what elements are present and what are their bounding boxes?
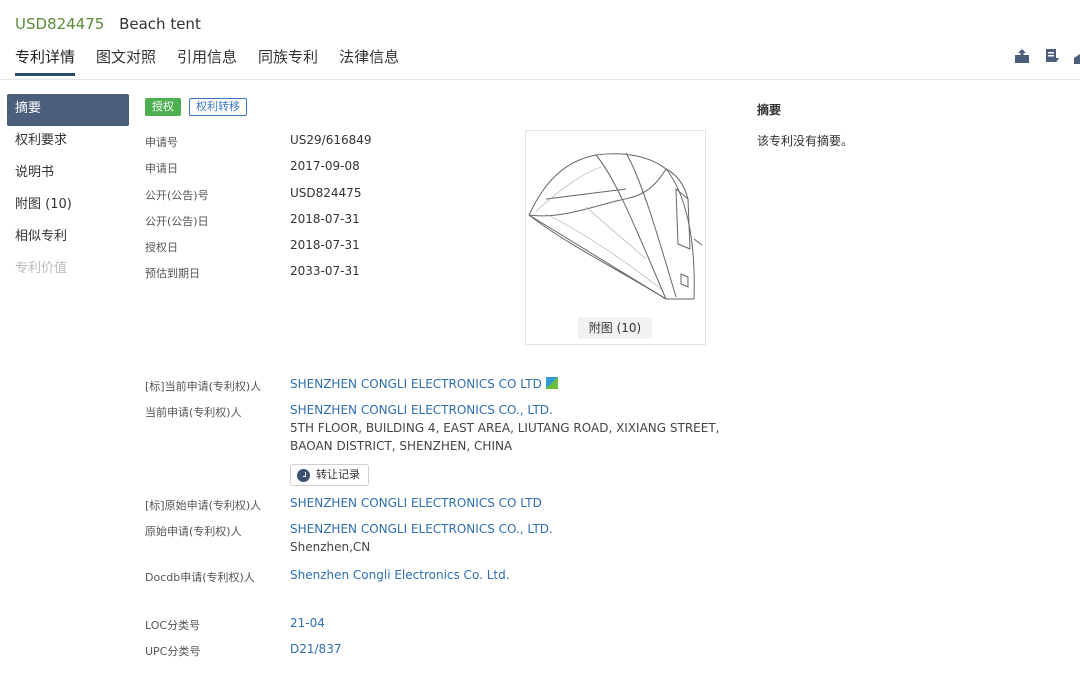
field-value: US29/616849 <box>290 133 372 147</box>
docdb-assignee-link[interactable]: Shenzhen Congli Electronics Co. Ltd. <box>290 568 510 582</box>
patent-drawing-panel[interactable]: 附图 (10) <box>525 130 706 345</box>
patent-title: Beach tent <box>119 15 201 33</box>
current-assignee-address-line1: 5TH FLOOR, BUILDING 4, EAST AREA, LIUTAN… <box>290 421 720 435</box>
sidebar-item-drawings[interactable]: 附图 (10) <box>7 190 129 222</box>
field-label: 公开(公告)日 <box>145 215 209 228</box>
patent-number: USD824475 <box>15 15 105 33</box>
field-label: 申请号 <box>145 136 178 149</box>
transfer-badge[interactable]: 权利转移 <box>189 98 247 116</box>
tab-legal[interactable]: 法律信息 <box>339 46 399 76</box>
field-label: LOC分类号 <box>145 619 201 632</box>
status-badges: 授权 权利转移 <box>145 98 735 118</box>
tab-text-image[interactable]: 图文对照 <box>96 46 156 76</box>
upc-class-link[interactable]: D21/837 <box>290 642 341 656</box>
sidebar-item-claims[interactable]: 权利要求 <box>7 126 129 158</box>
current-assignee-address-line2: BAOAN DISTRICT, SHENZHEN, CHINA <box>290 439 513 453</box>
tab-citations[interactable]: 引用信息 <box>177 46 237 76</box>
header-actions <box>1014 48 1080 64</box>
loc-class-link[interactable]: 21-04 <box>290 616 325 630</box>
field-label: [标]原始申请(专利权)人 <box>145 499 262 512</box>
sidebar-item-value: 专利价值 <box>15 261 68 276</box>
sidebar: 摘要 权利要求 说明书 附图 (10) 相似专利 专利价值 <box>7 94 129 286</box>
field-label: 原始申请(专利权)人 <box>145 525 242 538</box>
more-icon[interactable] <box>1074 48 1080 64</box>
field-value: 2017-09-08 <box>290 159 360 173</box>
patent-title-row: USD824475 Beach tent <box>15 15 201 33</box>
abstract-text: 该专利没有摘要。 <box>757 134 854 148</box>
sidebar-item-description[interactable]: 说明书 <box>7 158 129 190</box>
transfer-record-label: 转让记录 <box>316 468 360 481</box>
sidebar-item-abstract[interactable]: 摘要 <box>7 94 129 126</box>
download-pdf-icon[interactable] <box>1044 48 1060 64</box>
export-icon[interactable] <box>1014 48 1030 64</box>
field-label: 公开(公告)号 <box>145 189 209 202</box>
clock-icon <box>297 468 310 482</box>
std-current-assignee-link[interactable]: SHENZHEN CONGLI ELECTRONICS CO LTD <box>290 377 542 391</box>
std-original-assignee-link[interactable]: SHENZHEN CONGLI ELECTRONICS CO LTD <box>290 496 542 510</box>
sidebar-item-similar[interactable]: 相似专利 <box>7 222 129 254</box>
field-value: 2033-07-31 <box>290 264 360 278</box>
field-label: [标]当前申请(专利权)人 <box>145 380 262 393</box>
tab-family[interactable]: 同族专利 <box>258 46 318 76</box>
transfer-record-button[interactable]: 转让记录 <box>290 464 369 486</box>
abstract-title: 摘要 <box>757 103 782 117</box>
drawings-button[interactable]: 附图 (10) <box>578 317 652 339</box>
main-content: 授权 权利转移 申请号 US29/616849 申请日 2017-09-08 公… <box>145 98 735 658</box>
tab-patent-details[interactable]: 专利详情 <box>15 46 76 76</box>
field-value: 2018-07-31 <box>290 212 360 226</box>
company-logo-icon[interactable] <box>545 377 558 389</box>
field-value: USD824475 <box>290 186 362 200</box>
tent-drawing-icon <box>528 152 703 300</box>
tab-bar: 专利详情 图文对照 引用信息 同族专利 法律信息 <box>15 46 399 76</box>
field-label: 授权日 <box>145 241 178 254</box>
abstract-panel: 摘要 该专利没有摘要。 <box>757 101 1057 149</box>
header: USD824475 Beach tent 专利详情 图文对照 引用信息 同族专利… <box>0 0 1080 80</box>
field-label: UPC分类号 <box>145 645 201 658</box>
original-assignee-location: Shenzhen,CN <box>290 540 371 554</box>
field-label: 当前申请(专利权)人 <box>145 406 242 419</box>
granted-badge: 授权 <box>145 98 181 116</box>
current-assignee-link[interactable]: SHENZHEN CONGLI ELECTRONICS CO., LTD. <box>290 403 553 417</box>
field-label: 预估到期日 <box>145 267 200 280</box>
field-label: 申请日 <box>145 162 178 175</box>
field-value: 2018-07-31 <box>290 238 360 252</box>
field-label: Docdb申请(专利权)人 <box>145 571 255 584</box>
original-assignee-link[interactable]: SHENZHEN CONGLI ELECTRONICS CO., LTD. <box>290 522 553 536</box>
